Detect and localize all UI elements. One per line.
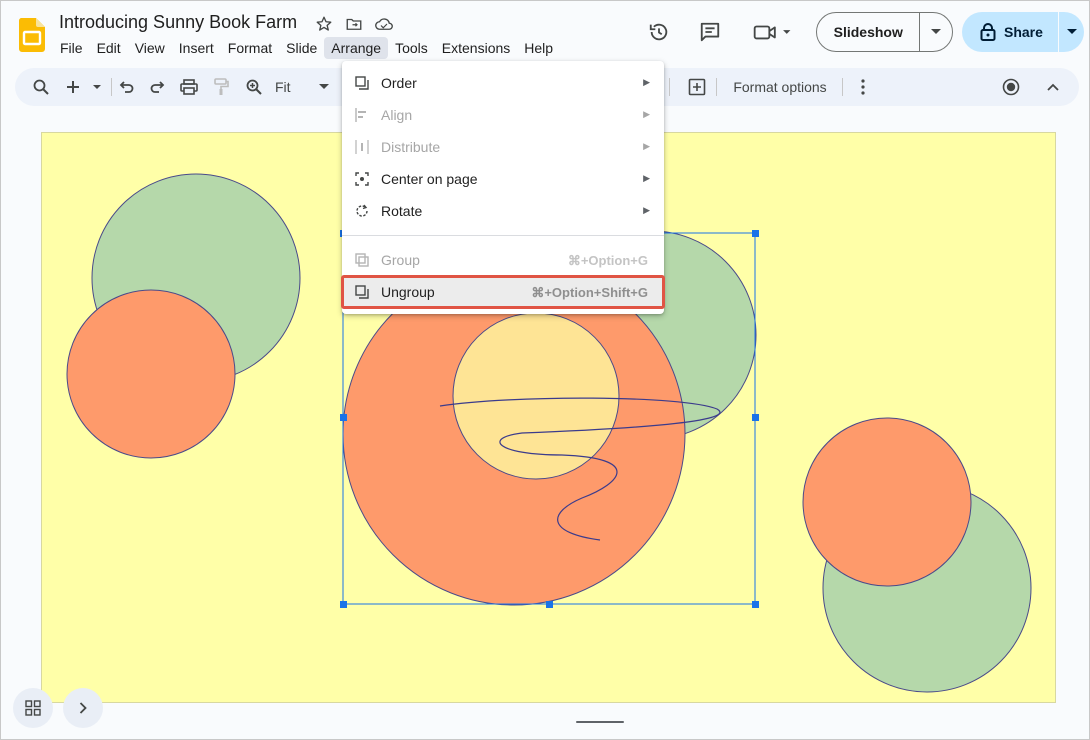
menu-help[interactable]: Help bbox=[517, 37, 560, 59]
menu-view[interactable]: View bbox=[128, 37, 172, 59]
add-comment-icon[interactable] bbox=[686, 68, 708, 106]
format-options-button[interactable]: Format options bbox=[729, 68, 831, 106]
cloud-saved-icon[interactable] bbox=[373, 13, 395, 35]
video-call-icon[interactable] bbox=[751, 20, 795, 44]
menu-arrange[interactable]: Arrange bbox=[324, 37, 389, 59]
menu-bar: File Edit View Insert Format Slide Arran… bbox=[53, 37, 560, 59]
distribute-icon bbox=[354, 139, 370, 155]
format-options-label: Format options bbox=[733, 79, 827, 95]
lock-icon bbox=[980, 23, 996, 41]
chevron-right-icon bbox=[79, 702, 87, 714]
menu-item-label: Ungroup bbox=[381, 284, 435, 300]
zoom-value: Fit bbox=[275, 79, 291, 95]
share-button[interactable]: Share bbox=[962, 12, 1084, 52]
submenu-arrow-icon: ▶ bbox=[643, 109, 650, 119]
menu-tools[interactable]: Tools bbox=[388, 37, 435, 59]
menu-file[interactable]: File bbox=[53, 37, 90, 59]
menu-insert[interactable]: Insert bbox=[172, 37, 221, 59]
menu-slide[interactable]: Slide bbox=[279, 37, 324, 59]
slides-logo-icon[interactable] bbox=[19, 18, 45, 52]
expand-filmstrip-button[interactable] bbox=[63, 688, 103, 728]
share-dropdown-icon[interactable] bbox=[1059, 29, 1084, 35]
slideshow-dropdown-icon[interactable] bbox=[920, 29, 952, 35]
menu-divider bbox=[342, 235, 664, 236]
resize-handle[interactable] bbox=[546, 601, 553, 608]
undo-icon[interactable] bbox=[115, 68, 137, 106]
menu-item-shortcut: ⌘+Option+G bbox=[567, 253, 648, 268]
menu-item-label: Group bbox=[381, 252, 420, 268]
slideshow-label: Slideshow bbox=[833, 24, 903, 40]
menu-extensions[interactable]: Extensions bbox=[435, 37, 517, 59]
move-to-folder-icon[interactable] bbox=[343, 13, 365, 35]
zoom-icon[interactable] bbox=[243, 68, 265, 106]
paint-format-icon[interactable] bbox=[210, 68, 232, 106]
submenu-arrow-icon: ▶ bbox=[643, 173, 650, 183]
menu-item-ungroup[interactable]: Ungroup ⌘+Option+Shift+G bbox=[341, 275, 665, 309]
record-icon[interactable] bbox=[999, 68, 1023, 106]
menu-item-label: Distribute bbox=[381, 139, 441, 155]
toolbar-divider bbox=[716, 78, 717, 96]
menu-item-order[interactable]: Order ▶ bbox=[342, 67, 664, 99]
speaker-notes-drag-handle[interactable] bbox=[576, 721, 624, 723]
menu-item-align[interactable]: Align ▶ bbox=[342, 99, 664, 131]
star-icon[interactable] bbox=[313, 13, 335, 35]
rotate-icon bbox=[354, 203, 370, 219]
resize-handle[interactable] bbox=[340, 601, 347, 608]
menu-item-center-on-page[interactable]: Center on page ▶ bbox=[342, 163, 664, 195]
group-icon bbox=[354, 252, 370, 268]
menu-item-label: Align bbox=[381, 107, 413, 123]
print-icon[interactable] bbox=[178, 68, 200, 106]
menu-item-label: Rotate bbox=[381, 203, 423, 219]
submenu-arrow-icon: ▶ bbox=[643, 77, 650, 87]
resize-handle[interactable] bbox=[340, 414, 347, 421]
submenu-arrow-icon: ▶ bbox=[643, 205, 650, 215]
collapse-icon[interactable] bbox=[1042, 68, 1064, 106]
share-label: Share bbox=[1004, 24, 1043, 40]
zoom-select[interactable]: Fit bbox=[275, 68, 347, 106]
slideshow-button[interactable]: Slideshow bbox=[816, 12, 953, 52]
ungroup-icon bbox=[354, 284, 370, 300]
grid-view-icon bbox=[25, 700, 41, 716]
redo-icon[interactable] bbox=[147, 68, 169, 106]
resize-handle[interactable] bbox=[752, 601, 759, 608]
history-icon[interactable] bbox=[647, 20, 671, 44]
arrange-menu: Order ▶ Align ▶ Distribute ▶ Center on p… bbox=[341, 61, 665, 314]
menu-item-shortcut: ⌘+Option+Shift+G bbox=[531, 285, 648, 300]
submenu-arrow-icon: ▶ bbox=[643, 141, 650, 151]
more-vert-icon[interactable] bbox=[853, 68, 873, 106]
menu-item-group[interactable]: Group ⌘+Option+G bbox=[342, 244, 664, 276]
toolbar-divider bbox=[669, 78, 670, 96]
circle-shape[interactable] bbox=[66, 289, 236, 459]
center-icon bbox=[354, 171, 370, 187]
menu-item-label: Center on page bbox=[381, 171, 478, 187]
grid-view-button[interactable] bbox=[13, 688, 53, 728]
toolbar-divider bbox=[111, 78, 112, 96]
chevron-down-icon bbox=[318, 84, 329, 89]
menu-format[interactable]: Format bbox=[221, 37, 279, 59]
menu-item-distribute[interactable]: Distribute ▶ bbox=[342, 131, 664, 163]
menu-item-label: Order bbox=[381, 75, 417, 91]
order-icon bbox=[354, 75, 370, 91]
resize-handle[interactable] bbox=[752, 230, 759, 237]
menu-item-rotate[interactable]: Rotate ▶ bbox=[342, 195, 664, 227]
align-icon bbox=[354, 107, 370, 123]
comments-icon[interactable] bbox=[698, 20, 722, 44]
resize-handle[interactable] bbox=[752, 414, 759, 421]
document-title[interactable]: Introducing Sunny Book Farm bbox=[59, 12, 297, 33]
menu-edit[interactable]: Edit bbox=[90, 37, 128, 59]
toolbar-divider bbox=[842, 78, 843, 96]
add-icon[interactable] bbox=[63, 68, 103, 106]
search-icon[interactable] bbox=[29, 68, 53, 106]
circle-shape[interactable] bbox=[802, 417, 972, 587]
